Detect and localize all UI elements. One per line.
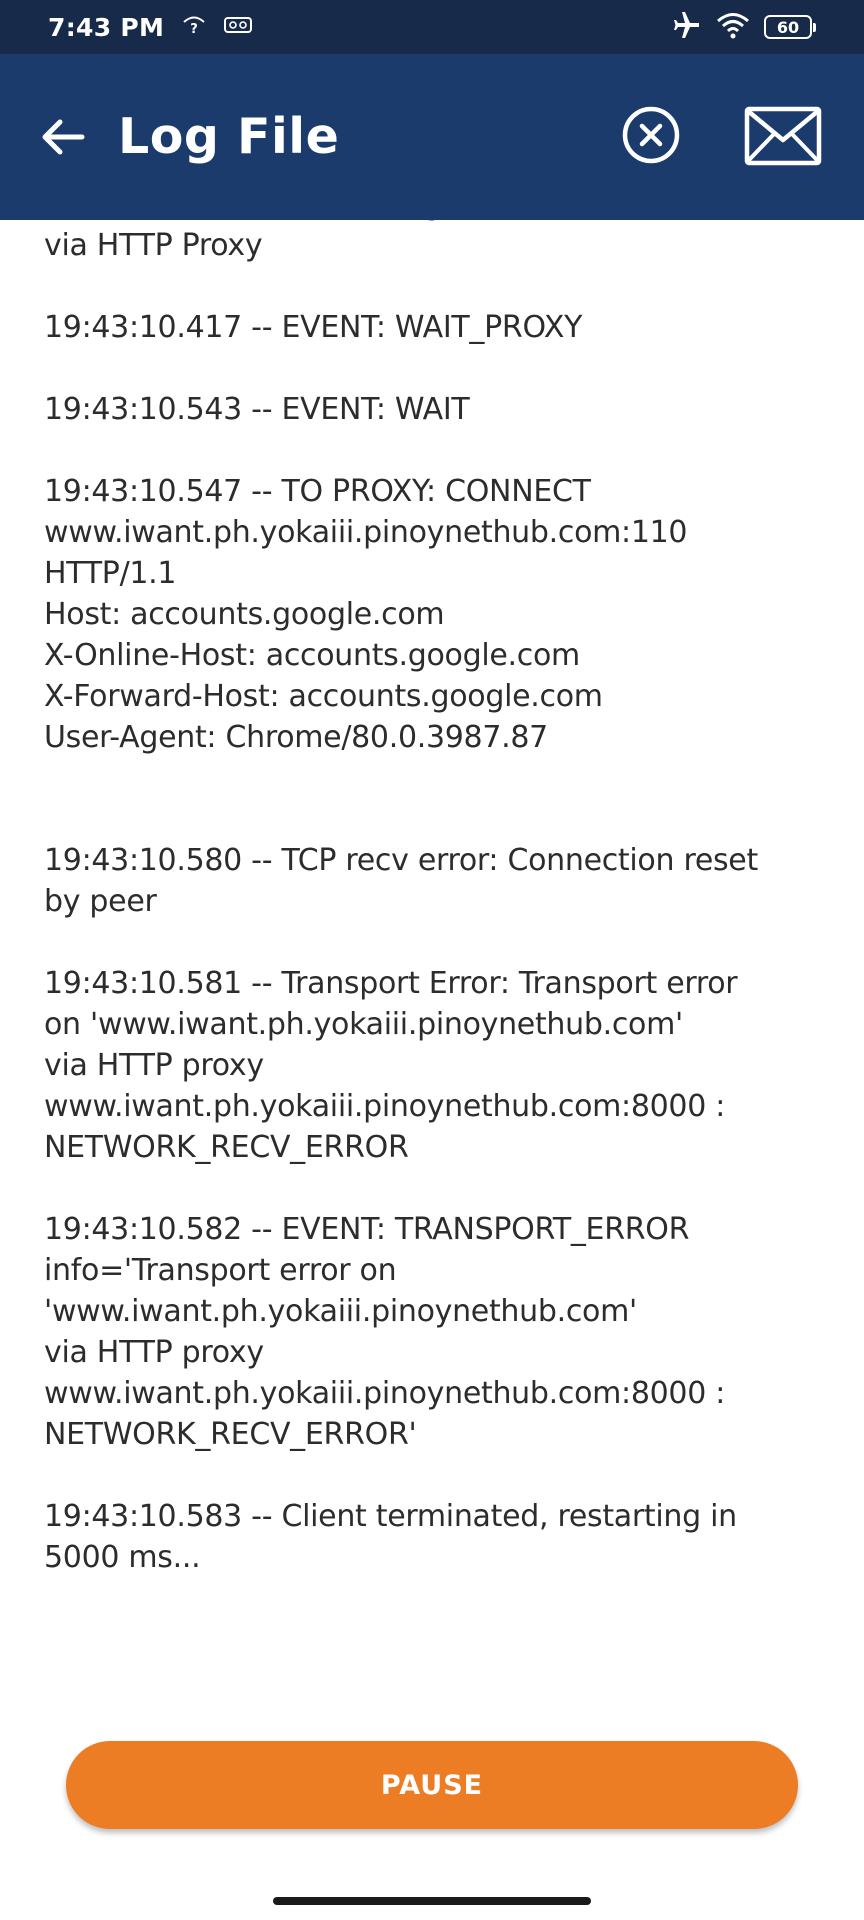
log-text: 19:43:10.416 -- Contacting 157.245.150.2…: [44, 220, 789, 1575]
log-view[interactable]: 19:43:10.416 -- Contacting 157.245.150.2…: [0, 220, 864, 1720]
home-indicator[interactable]: [273, 1897, 591, 1905]
pause-button[interactable]: PAUSE: [66, 1741, 798, 1829]
close-circle-icon: [622, 106, 680, 164]
data-saver-icon: [224, 16, 253, 39]
battery-icon: 60: [764, 15, 816, 39]
battery-level: 60: [776, 17, 800, 37]
status-left: 7:43 PM ?: [48, 12, 253, 42]
airplane-mode-icon: [672, 11, 702, 44]
clear-log-button[interactable]: [620, 104, 682, 166]
svg-text:?: ?: [190, 22, 198, 36]
send-email-button[interactable]: [744, 106, 822, 166]
envelope-icon: [744, 106, 822, 166]
back-button[interactable]: [38, 112, 88, 162]
arrow-left-icon: [42, 119, 85, 155]
app-bar: Log File: [0, 54, 864, 220]
status-time: 7:43 PM: [48, 12, 165, 42]
wifi-icon: [716, 11, 750, 44]
status-bar: 7:43 PM ? 60: [0, 0, 864, 54]
page-title: Log File: [118, 108, 340, 165]
status-right: 60: [672, 11, 816, 44]
question-wifi-icon: ?: [182, 14, 206, 41]
